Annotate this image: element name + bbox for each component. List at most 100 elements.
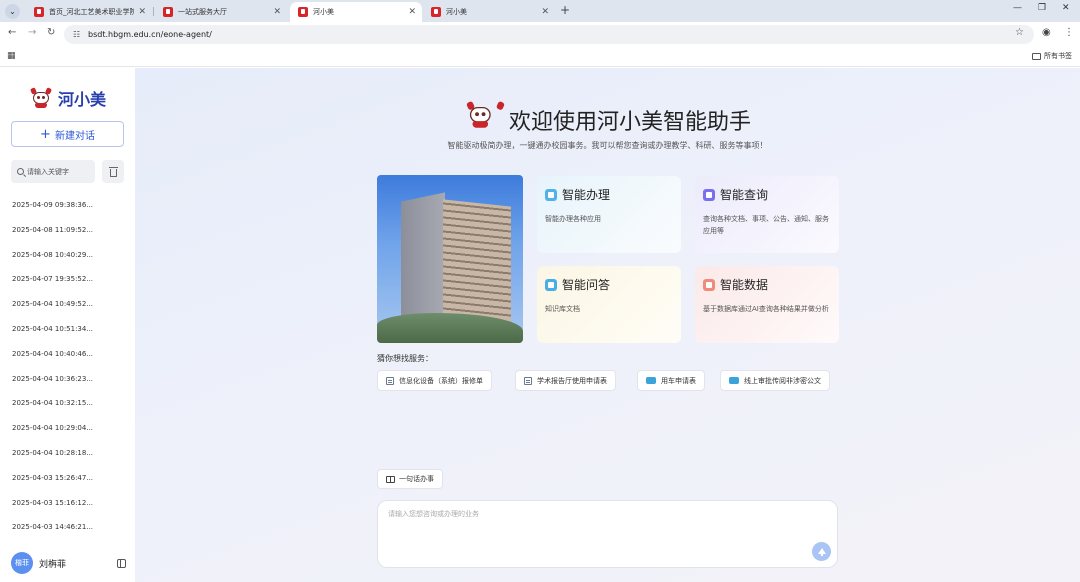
close-window-icon[interactable]: ✕ [1062, 3, 1070, 13]
bookmark-star-icon[interactable]: ☆ [1015, 27, 1024, 38]
site-favicon-icon [163, 7, 173, 17]
card-desc: 基于数据库通过AI查询各种结果并做分析 [703, 305, 829, 313]
close-tab-icon[interactable]: ✕ [273, 7, 281, 17]
address-bar-row: ← → ↻ ☷ bsdt.hbgm.edu.cn/eone-agent/ ☆ ◉… [0, 22, 1080, 46]
trash-icon [108, 166, 118, 177]
history-item[interactable]: 2025-04-04 10:28:18... [0, 446, 135, 471]
history-search-input[interactable] [27, 167, 93, 176]
all-bookmarks-button[interactable]: 所有书签 [1032, 51, 1072, 61]
browser-menu-icon[interactable]: ⋮ [1064, 27, 1074, 38]
history-item[interactable]: 2025-04-04 10:32:15... [0, 396, 135, 421]
history-item[interactable]: 2025-04-07 19:35:52... [0, 272, 135, 297]
mascot-icon [465, 100, 506, 138]
reload-icon[interactable]: ↻ [47, 27, 55, 38]
card-smart-handling[interactable]: 智能办理 智能办理各种应用 [537, 176, 681, 253]
main-content: 欢迎使用河小美智能助手 智能驱动极简办理，一键通办校园事务。我可以帮您查询或办理… [135, 68, 1080, 582]
card-smart-query[interactable]: 智能查询 查询各种文档、事项、公告、通知、服务应用等 [695, 176, 839, 253]
tab-search-chevron-icon[interactable]: ⌄ [5, 4, 20, 19]
tab-title: 首页_河北工艺美术职业学院 [49, 8, 135, 16]
mascot-logo-icon [29, 87, 53, 108]
card-smart-data[interactable]: 智能数据 基于数据库通过AI查询各种结果并做分析 [695, 266, 839, 343]
apps-grid-icon[interactable]: ▦ [7, 51, 16, 61]
service-chip[interactable]: 用车申请表 [637, 370, 705, 391]
tab-divider [153, 7, 154, 16]
site-favicon-icon [298, 7, 308, 17]
person-icon [703, 188, 715, 201]
welcome-header: 欢迎使用河小美智能助手 [465, 100, 752, 138]
send-button[interactable] [812, 542, 831, 561]
profile-icon[interactable]: ◉ [1042, 27, 1051, 38]
close-tab-icon[interactable]: ✕ [541, 7, 549, 17]
tab-title: 河小美 [313, 8, 334, 16]
plus-icon: + [40, 126, 51, 142]
folder-icon [1032, 52, 1041, 60]
sidebar: 河小美 + 新建对话 2025-04-09 09:38:36... 2025-0… [0, 68, 135, 582]
history-search [11, 160, 95, 183]
car-icon [729, 377, 739, 384]
browser-tab-3-active[interactable]: 河小美 ✕ [290, 2, 422, 22]
history-item[interactable]: 2025-04-04 10:40:46... [0, 347, 135, 372]
history-item[interactable]: 2025-04-04 10:49:52... [0, 297, 135, 322]
new-chat-button[interactable]: + 新建对话 [11, 121, 124, 147]
page-subtitle: 智能驱动极简办理，一键通办校园事务。我可以帮您查询或办理教学、科研、服务等事项！ [447, 141, 768, 150]
back-arrow-icon[interactable]: ← [8, 27, 16, 38]
tab-title: 河小美 [446, 8, 467, 16]
book-icon [386, 475, 395, 483]
close-tab-icon[interactable]: ✕ [408, 7, 416, 17]
page-title: 欢迎使用河小美智能助手 [509, 110, 752, 135]
campus-building-image [377, 175, 523, 343]
history-item[interactable]: 2025-04-09 09:38:36... [0, 198, 135, 223]
close-tab-icon[interactable]: ✕ [138, 7, 146, 17]
chat-input-box [377, 500, 838, 568]
history-item[interactable]: 2025-04-04 10:51:34... [0, 322, 135, 347]
history-item[interactable]: 2025-04-04 10:29:04... [0, 421, 135, 446]
history-item[interactable]: 2025-04-04 10:36:23... [0, 372, 135, 397]
browser-tab-1[interactable]: 首页_河北工艺美术职业学院 ✕ [26, 2, 152, 22]
history-item[interactable]: 2025-04-03 14:46:21... [0, 520, 135, 545]
new-chat-label: 新建对话 [54, 130, 95, 142]
doc-icon [524, 376, 532, 385]
card-desc: 知识库文档 [545, 305, 580, 313]
car-icon [646, 377, 656, 384]
all-bookmarks-label: 所有书签 [1044, 52, 1072, 60]
forward-arrow-icon[interactable]: → [28, 27, 36, 38]
home-icon [545, 188, 557, 201]
site-info-icon[interactable]: ☷ [73, 25, 80, 44]
suggested-services-label: 猜你想找服务： [377, 354, 433, 363]
card-smart-qa[interactable]: 智能问答 知识库文档 [537, 266, 681, 343]
avatar: 楷菲 [11, 552, 33, 574]
url-field[interactable]: ☷ bsdt.hbgm.edu.cn/eone-agent/ [64, 25, 1034, 44]
service-chip-label: 用车申请表 [661, 376, 696, 385]
service-chip-label: 信息化设备（系统）报修单 [399, 376, 483, 385]
browser-tab-strip: ⌄ 首页_河北工艺美术职业学院 ✕ 一站式服务大厅 ✕ 河小美 ✕ 河小美 ✕ … [0, 0, 1080, 22]
search-icon [17, 168, 24, 175]
one-sentence-task-label: 一句话办事 [399, 475, 434, 483]
card-title: 智能查询 [720, 188, 769, 202]
user-profile[interactable]: 楷菲 刘栴菲 [11, 552, 126, 574]
restore-icon[interactable]: ❐ [1038, 3, 1046, 13]
user-name: 刘栴菲 [39, 559, 67, 570]
site-favicon-icon [431, 7, 441, 17]
service-chip[interactable]: 线上审批传阅非涉密公文 [720, 370, 830, 391]
tab-title: 一站式服务大厅 [178, 8, 227, 16]
bookmarks-bar: ▦ 所有书签 [0, 46, 1080, 67]
card-desc: 查询各种文档、事项、公告、通知、服务应用等 [703, 215, 829, 235]
speaker-icon [703, 278, 715, 291]
collapse-sidebar-icon[interactable] [117, 558, 126, 568]
history-item[interactable]: 2025-04-08 11:09:52... [0, 223, 135, 248]
service-chip[interactable]: 信息化设备（系统）报修单 [377, 370, 492, 391]
chat-input[interactable] [388, 509, 798, 549]
history-item[interactable]: 2025-04-08 10:40:29... [0, 248, 135, 273]
card-title: 智能办理 [562, 188, 611, 202]
doc-icon [386, 376, 394, 385]
browser-tab-4[interactable]: 河小美 ✕ [423, 2, 555, 22]
history-item[interactable]: 2025-04-03 15:16:12... [0, 496, 135, 521]
one-sentence-task-button[interactable]: 一句话办事 [377, 469, 443, 489]
service-chip[interactable]: 学术报告厅使用申请表 [515, 370, 616, 391]
brand-logo: 河小美 [29, 86, 106, 110]
minimize-icon[interactable]: — [1013, 3, 1022, 13]
browser-tab-2[interactable]: 一站式服务大厅 ✕ [155, 2, 287, 22]
history-item[interactable]: 2025-04-03 15:26:47... [0, 471, 135, 496]
new-tab-plus-icon[interactable]: + [560, 3, 570, 17]
delete-history-button[interactable] [102, 160, 124, 183]
